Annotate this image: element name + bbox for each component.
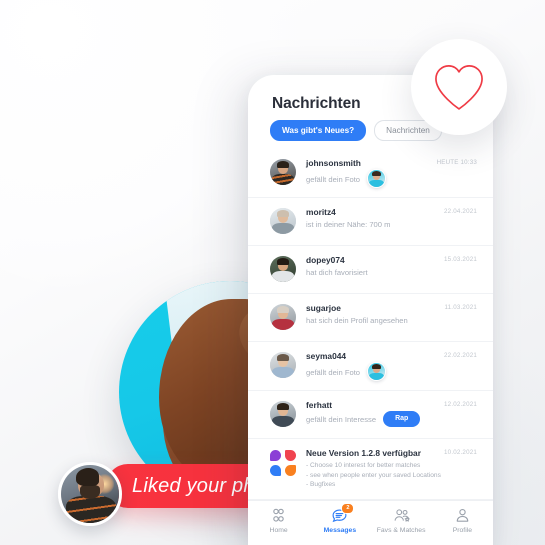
avatar (270, 401, 296, 427)
filter-tabs: Was gibt's Neues? Nachrichten (270, 120, 442, 141)
people-star-icon (392, 507, 411, 524)
bottom-navigation: Home 2 Messages Favs & Matches Profile (248, 500, 493, 545)
avatar (270, 304, 296, 330)
chat-bubble-icon: 2 (330, 503, 355, 524)
messages-badge: 2 (341, 503, 355, 514)
page-title: Nachrichten (272, 95, 361, 112)
avatar (270, 208, 296, 234)
table-row[interactable]: ferhatt gefällt dein Interesse Rap 12.02… (248, 391, 493, 439)
message-subtitle: ist in deiner Nähe: 700 m (306, 220, 391, 229)
message-subtitle: hat sich dein Profil angesehen (306, 316, 408, 325)
nav-label-profile: Profile (452, 527, 472, 534)
phone-mockup: Nachrichten Was gibt's Neues? Nachrichte… (248, 75, 493, 545)
table-row[interactable]: moritz4 ist in deiner Nähe: 700 m 22.04.… (248, 198, 493, 246)
clover-logo-icon (270, 450, 296, 476)
avatar (270, 159, 296, 185)
message-photo-thumb[interactable] (367, 169, 387, 188)
nav-item-home[interactable]: Home (248, 507, 309, 534)
screenshot-canvas: Liked your photo Nachrichten Was gibt's … (0, 0, 545, 545)
nav-item-favs-matches[interactable]: Favs & Matches (371, 507, 432, 534)
message-photo-thumb[interactable] (367, 362, 387, 381)
table-row[interactable]: seyma044 gefällt dein Foto 22.02.2021 (248, 342, 493, 391)
table-row[interactable]: johnsonsmith gefällt dein Foto HEUTE 10:… (248, 149, 493, 198)
liked-photo-avatar (58, 462, 122, 526)
nav-label-home: Home (269, 527, 288, 534)
heart-outline-icon (435, 65, 483, 110)
heart-badge (411, 39, 507, 135)
message-timestamp: 11.03.2021 (444, 304, 477, 311)
message-timestamp: 22.04.2021 (444, 208, 477, 215)
person-icon (453, 507, 472, 524)
table-row[interactable]: sugarjoe hat sich dein Profil angesehen … (248, 294, 493, 342)
nav-item-messages[interactable]: 2 Messages (309, 503, 370, 534)
message-timestamp: 22.02.2021 (444, 352, 477, 359)
message-subtitle: hat dich favorisiert (306, 268, 368, 277)
version-notice-row[interactable]: Neue Version 1.2.8 verfügbar - Choose 10… (248, 439, 493, 500)
nav-label-favs-matches: Favs & Matches (376, 527, 426, 534)
rap-button[interactable]: Rap (383, 411, 421, 427)
version-notice-changelog: - Choose 10 interest for better matches … (306, 462, 441, 488)
message-timestamp: 12.02.2021 (444, 401, 477, 408)
tab-whats-new[interactable]: Was gibt's Neues? (270, 120, 367, 141)
message-subtitle: gefällt dein Interesse (306, 415, 377, 424)
avatar (270, 352, 296, 378)
message-list[interactable]: johnsonsmith gefällt dein Foto HEUTE 10:… (248, 149, 493, 507)
message-timestamp: HEUTE 10:33 (436, 159, 477, 166)
avatar (270, 256, 296, 282)
nav-item-profile[interactable]: Profile (432, 507, 493, 534)
clover-icon (269, 507, 288, 524)
message-subtitle: gefällt dein Foto (306, 174, 361, 184)
nav-label-messages: Messages (323, 527, 357, 534)
message-subtitle: gefällt dein Foto (306, 367, 361, 377)
table-row[interactable]: dopey074 hat dich favorisiert 15.03.2021 (248, 246, 493, 294)
message-timestamp: 10.02.2021 (444, 449, 477, 456)
message-timestamp: 15.03.2021 (444, 256, 477, 263)
